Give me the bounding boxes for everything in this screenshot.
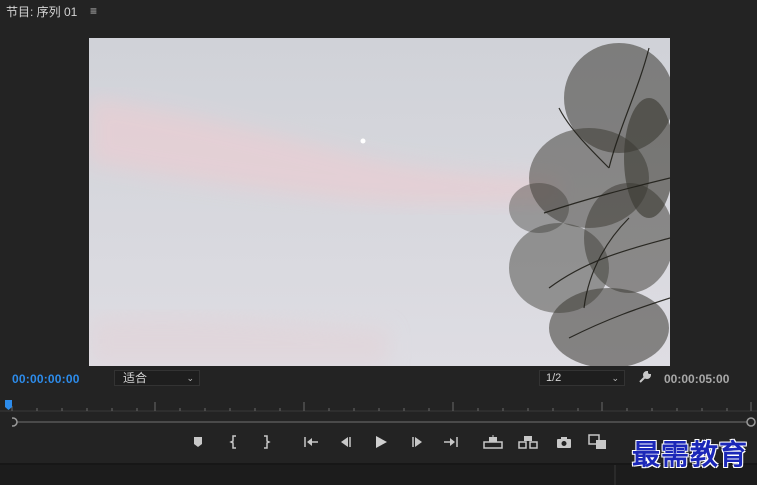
marker-icon bbox=[194, 437, 202, 447]
mark-out-icon bbox=[264, 435, 271, 449]
mark-in-button[interactable] bbox=[223, 430, 245, 454]
monitor-control-bar: 00:00:00:00 适合 ⌄ 1/2 ⌄ 00:00:05:00 bbox=[0, 366, 757, 394]
go-to-in-icon bbox=[304, 437, 318, 447]
step-forward-button[interactable] bbox=[406, 430, 428, 454]
panel-divider bbox=[614, 465, 616, 485]
mark-in-icon bbox=[229, 435, 236, 449]
zoom-scroll-bar[interactable] bbox=[8, 414, 756, 427]
playback-resolution-select[interactable]: 1/2 ⌄ bbox=[539, 370, 625, 386]
go-to-out-button[interactable] bbox=[440, 430, 462, 454]
duration-timecode: 00:00:05:00 bbox=[664, 372, 730, 386]
play-button[interactable] bbox=[370, 430, 392, 454]
zoom-level-value: 适合 bbox=[123, 371, 148, 385]
play-icon bbox=[376, 436, 387, 448]
program-monitor-viewer[interactable] bbox=[89, 38, 670, 366]
time-ruler[interactable] bbox=[0, 398, 757, 412]
step-back-icon bbox=[341, 437, 351, 447]
add-marker-button[interactable] bbox=[187, 430, 209, 454]
chevron-down-icon: ⌄ bbox=[186, 373, 194, 383]
export-frame-button[interactable] bbox=[553, 430, 575, 454]
go-to-in-button[interactable] bbox=[300, 430, 322, 454]
current-timecode[interactable]: 00:00:00:00 bbox=[12, 372, 80, 386]
step-forward-icon bbox=[412, 437, 422, 447]
compare-view-button[interactable] bbox=[587, 430, 609, 454]
playhead-icon bbox=[5, 400, 12, 410]
hamburger-menu-icon[interactable]: ≡ bbox=[90, 4, 97, 18]
compare-icon bbox=[588, 434, 606, 449]
playback-resolution-value: 1/2 bbox=[546, 372, 562, 384]
lift-button[interactable] bbox=[482, 430, 504, 454]
camera-icon bbox=[557, 436, 571, 448]
extract-icon bbox=[518, 436, 538, 449]
panel-title[interactable]: 节目: 序列 01 bbox=[6, 3, 77, 20]
zoom-level-select[interactable]: 适合 ⌄ bbox=[114, 370, 200, 386]
extract-button[interactable] bbox=[517, 430, 539, 454]
step-back-button[interactable] bbox=[335, 430, 357, 454]
go-to-out-icon bbox=[444, 437, 458, 447]
watermark-logo: 最需教育 bbox=[632, 438, 749, 471]
wrench-icon[interactable] bbox=[638, 370, 652, 389]
chevron-down-icon: ⌄ bbox=[611, 373, 619, 383]
video-frame-image bbox=[89, 38, 670, 366]
lift-icon bbox=[483, 435, 503, 449]
mark-out-button[interactable] bbox=[255, 430, 277, 454]
panel-header: 节目: 序列 01 ≡ bbox=[0, 0, 757, 24]
